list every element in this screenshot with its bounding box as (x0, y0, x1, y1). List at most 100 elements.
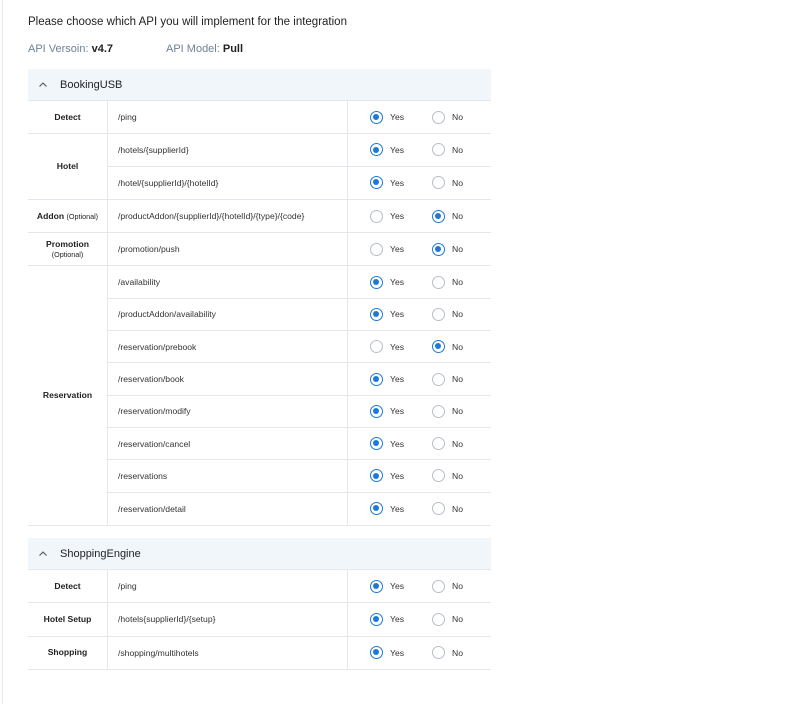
no-option[interactable]: No (432, 428, 463, 459)
no-option[interactable]: No (432, 331, 463, 362)
yes-option[interactable]: Yes (348, 460, 432, 491)
yes-option[interactable]: Yes (348, 134, 432, 165)
section-header[interactable]: ShoppingEngine (28, 538, 491, 570)
no-option[interactable]: No (432, 363, 463, 394)
no-option[interactable]: No (432, 637, 463, 669)
group-name: Shopping (28, 636, 108, 669)
yes-radio[interactable] (370, 502, 383, 516)
group-detect: Detect/ping Yes No (28, 101, 491, 135)
yes-radio[interactable] (370, 469, 383, 483)
group-name-label: Reservation (42, 390, 93, 401)
group-name: Hotel Setup (28, 603, 108, 636)
yes-radio[interactable] (370, 110, 383, 124)
no-radio[interactable] (432, 612, 445, 626)
endpoint-path: /reservation/detail (108, 492, 348, 525)
endpoint-row: /hotels/{supplierId} Yes No (108, 134, 491, 167)
no-radio[interactable] (432, 579, 445, 593)
optional-tag: (Optional) (66, 211, 99, 221)
api-model: API Model: Pull (166, 43, 243, 55)
no-radio[interactable] (432, 340, 445, 354)
yes-option[interactable]: Yes (348, 493, 432, 525)
no-label: No (452, 177, 463, 188)
yes-label: Yes (390, 438, 405, 449)
endpoint-rows: /availability Yes No/productAddon/availabi… (108, 266, 491, 525)
chevron-up-icon[interactable] (38, 549, 48, 559)
yes-option[interactable]: Yes (348, 266, 432, 297)
intro-text: Please choose which API you will impleme… (28, 16, 347, 28)
no-option[interactable]: No (432, 101, 463, 133)
no-label: No (452, 144, 463, 155)
endpoint-rows: /hotels{supplierId}/{setup} Yes No (108, 603, 491, 636)
yes-option[interactable]: Yes (348, 396, 432, 427)
no-radio[interactable] (432, 437, 445, 451)
yes-option[interactable]: Yes (348, 167, 432, 199)
no-radio[interactable] (432, 469, 445, 483)
no-option[interactable]: No (432, 200, 463, 232)
yes-label: Yes (390, 374, 405, 385)
yes-option[interactable]: Yes (348, 363, 432, 394)
section-title: BookingUSB (60, 78, 123, 91)
no-radio[interactable] (432, 209, 445, 223)
chevron-up-icon[interactable] (38, 80, 48, 90)
endpoint-row: /hotels{supplierId}/{setup} Yes No (108, 603, 491, 636)
endpoint-row: /reservation/book Yes No (108, 363, 491, 396)
api-version-value: v4.7 (91, 43, 114, 55)
no-label: No (452, 244, 463, 255)
yes-label: Yes (390, 581, 405, 592)
no-option[interactable]: No (432, 233, 463, 265)
yes-option[interactable]: Yes (348, 299, 432, 330)
no-option[interactable]: No (432, 460, 463, 491)
no-radio[interactable] (432, 110, 445, 124)
yes-radio[interactable] (370, 242, 383, 256)
section-header[interactable]: BookingUSB (28, 69, 491, 101)
yes-option[interactable]: Yes (348, 101, 432, 133)
no-label: No (452, 470, 463, 481)
no-label: No (452, 614, 463, 625)
endpoint-rows: /ping Yes No (108, 570, 491, 603)
yes-option[interactable]: Yes (348, 603, 432, 635)
yes-radio[interactable] (370, 340, 383, 354)
yes-radio[interactable] (370, 437, 383, 451)
group-promotion: Promotion (Optional)/promotion/push Yes No (28, 233, 491, 267)
yes-option[interactable]: Yes (348, 428, 432, 459)
yes-radio[interactable] (370, 143, 383, 157)
group-name: Detect (28, 101, 108, 134)
no-radio[interactable] (432, 143, 445, 157)
yes-option[interactable]: Yes (348, 200, 432, 232)
endpoint-row: /ping Yes No (108, 101, 491, 134)
group-name-label: Detect (54, 111, 81, 122)
no-option[interactable]: No (432, 299, 463, 330)
no-radio[interactable] (432, 404, 445, 418)
yes-radio[interactable] (370, 579, 383, 593)
yes-radio[interactable] (370, 209, 383, 223)
yes-radio[interactable] (370, 176, 383, 190)
endpoint-path: /hotels{supplierId}/{setup} (108, 603, 348, 636)
yes-radio[interactable] (370, 372, 383, 386)
yes-option[interactable]: Yes (348, 233, 432, 265)
no-option[interactable]: No (432, 570, 463, 602)
no-radio[interactable] (432, 176, 445, 190)
no-radio[interactable] (432, 372, 445, 386)
yes-radio[interactable] (370, 404, 383, 418)
no-radio[interactable] (432, 307, 445, 321)
yes-option[interactable]: Yes (348, 570, 432, 602)
yes-option[interactable]: Yes (348, 331, 432, 362)
no-radio[interactable] (432, 646, 445, 660)
no-option[interactable]: No (432, 134, 463, 165)
no-radio[interactable] (432, 242, 445, 256)
no-radio[interactable] (432, 275, 445, 289)
yes-radio[interactable] (370, 307, 383, 321)
group-detect: Detect/ping Yes No (28, 570, 491, 604)
no-option[interactable]: No (432, 396, 463, 427)
yes-option[interactable]: Yes (348, 637, 432, 669)
no-option[interactable]: No (432, 603, 463, 635)
yes-radio[interactable] (370, 646, 383, 660)
yes-radio[interactable] (370, 275, 383, 289)
yes-radio[interactable] (370, 612, 383, 626)
no-option[interactable]: No (432, 266, 463, 297)
no-radio[interactable] (432, 502, 445, 516)
endpoint-row: /hotel/{supplierId}/{hotelId} Yes No (108, 166, 491, 199)
no-option[interactable]: No (432, 493, 463, 525)
no-label: No (452, 277, 463, 288)
no-option[interactable]: No (432, 167, 463, 199)
